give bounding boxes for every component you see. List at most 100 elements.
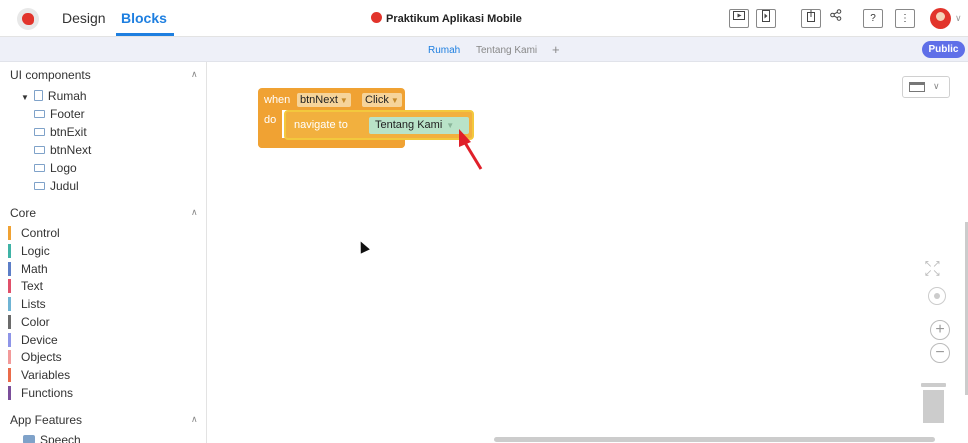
- app-logo-icon: [17, 8, 39, 30]
- feature-label: Speech: [40, 433, 81, 443]
- category-variables[interactable]: Variables: [8, 368, 70, 383]
- device-button[interactable]: [756, 9, 776, 28]
- public-button[interactable]: Public: [922, 41, 965, 58]
- category-color-bar: [8, 244, 11, 258]
- export-icon: [807, 10, 815, 22]
- top-bar: Design Blocks Praktikum Aplikasi Mobile …: [0, 0, 968, 37]
- category-label: Functions: [21, 386, 74, 400]
- category-math[interactable]: Math: [8, 262, 48, 277]
- screen-name-block[interactable]: Tentang Kami ▼: [369, 117, 469, 134]
- project-title-label: Praktikum Aplikasi Mobile: [386, 13, 522, 25]
- help-icon: ?: [870, 13, 876, 24]
- category-color-bar: [8, 315, 11, 329]
- device-icon: [762, 10, 770, 22]
- feature-item-speech[interactable]: Speech: [23, 433, 81, 443]
- component-label: btnNext: [50, 143, 92, 157]
- component-item-judul[interactable]: Judul: [34, 179, 79, 193]
- component-label: btnExit: [50, 125, 87, 139]
- dropdown-caret-icon: ▼: [390, 96, 399, 105]
- category-label: Device: [21, 333, 58, 347]
- fit-screen-icon[interactable]: ↖↗ ↙↘: [924, 260, 941, 279]
- dropdown-caret-icon: ▼: [446, 121, 455, 130]
- category-label: Logic: [21, 244, 50, 258]
- image-icon: [34, 164, 45, 172]
- category-color-bar: [8, 262, 11, 276]
- category-color-bar: [8, 368, 11, 382]
- chevron-down-icon: ∨: [933, 81, 940, 91]
- component-dropdown[interactable]: btnNext ▼: [297, 93, 351, 107]
- label-icon: [34, 110, 45, 118]
- category-control[interactable]: Control: [8, 226, 60, 241]
- expand-icon[interactable]: ▼: [21, 93, 29, 102]
- category-logic[interactable]: Logic: [8, 244, 50, 259]
- preview-icon: [733, 11, 745, 20]
- category-label: Control: [21, 226, 60, 240]
- component-label: Footer: [50, 107, 85, 121]
- component-item-footer[interactable]: Footer: [34, 107, 85, 121]
- ui-components-title: UI components: [10, 68, 91, 82]
- navigate-to-block[interactable]: navigate to Tentang Kami ▼: [284, 110, 474, 140]
- active-tab-indicator: [116, 33, 174, 36]
- screen-tab-rumah[interactable]: Rumah: [428, 45, 460, 56]
- category-label: Text: [21, 279, 44, 293]
- screen-view-icon: [909, 82, 925, 92]
- add-screen-icon[interactable]: +: [552, 42, 560, 57]
- category-color-bar: [8, 279, 11, 293]
- category-color-bar: [8, 333, 11, 347]
- screen-name-value: Tentang Kami: [375, 119, 443, 131]
- category-label: Objects: [21, 350, 62, 364]
- category-label: Lists: [21, 297, 46, 311]
- category-lists[interactable]: Lists: [8, 297, 46, 312]
- horizontal-scrollbar[interactable]: [494, 437, 935, 442]
- share-button[interactable]: [826, 9, 846, 28]
- zoom-in-icon[interactable]: +: [930, 320, 950, 340]
- category-device[interactable]: Device: [8, 333, 58, 348]
- zoom-out-icon[interactable]: −: [930, 343, 950, 363]
- category-color-bar: [8, 226, 11, 240]
- component-item-btnnext[interactable]: btnNext: [34, 143, 91, 157]
- screen-view-dropdown[interactable]: ∨: [902, 76, 950, 98]
- recenter-icon[interactable]: [928, 287, 946, 305]
- user-avatar[interactable]: [930, 8, 951, 29]
- button-icon: [34, 146, 45, 154]
- screen-tab-tentang-kami[interactable]: Tentang Kami: [476, 45, 537, 56]
- do-label: do: [264, 114, 277, 126]
- category-objects[interactable]: Objects: [8, 350, 62, 365]
- component-label: Logo: [50, 161, 77, 175]
- preview-button[interactable]: [729, 9, 749, 28]
- navigate-label: navigate to: [294, 119, 348, 131]
- tab-blocks[interactable]: Blocks: [121, 10, 167, 26]
- category-label: Color: [21, 315, 50, 329]
- component-value: btnNext: [300, 94, 338, 106]
- collapse-icon[interactable]: ∧: [191, 69, 198, 80]
- button-icon: [34, 128, 45, 136]
- component-item-logo[interactable]: Logo: [34, 161, 77, 175]
- event-value: Click: [365, 94, 389, 106]
- component-item-rumah[interactable]: ▼ Rumah: [21, 89, 87, 103]
- project-title[interactable]: Praktikum Aplikasi Mobile: [371, 12, 522, 25]
- when-label: when: [264, 94, 291, 106]
- component-label: Judul: [50, 179, 79, 193]
- project-icon: [371, 12, 382, 23]
- more-button[interactable]: ⋮: [895, 9, 915, 28]
- more-icon: ⋮: [900, 13, 910, 24]
- collapse-icon[interactable]: ∧: [191, 207, 198, 218]
- speech-icon: [23, 435, 35, 443]
- trash-lid: [921, 383, 946, 387]
- component-label: Rumah: [47, 89, 87, 103]
- component-item-btnexit[interactable]: btnExit: [34, 125, 87, 139]
- collapse-icon[interactable]: ∧: [191, 414, 198, 425]
- trash-icon[interactable]: [921, 383, 946, 423]
- help-button[interactable]: ?: [863, 9, 883, 28]
- tab-design[interactable]: Design: [62, 10, 106, 26]
- category-label: Variables: [21, 368, 71, 382]
- category-text[interactable]: Text: [8, 279, 43, 294]
- category-color-bar: [8, 386, 11, 400]
- export-button[interactable]: [801, 9, 821, 28]
- chevron-down-icon[interactable]: ∨: [955, 13, 962, 24]
- category-functions[interactable]: Functions: [8, 386, 73, 401]
- blocks-palette: UI components ∧ ▼ Rumah Footer btnExit bt…: [0, 62, 207, 443]
- category-color-bar: [8, 297, 11, 311]
- category-color[interactable]: Color: [8, 315, 50, 330]
- event-dropdown[interactable]: Click ▼: [362, 93, 402, 107]
